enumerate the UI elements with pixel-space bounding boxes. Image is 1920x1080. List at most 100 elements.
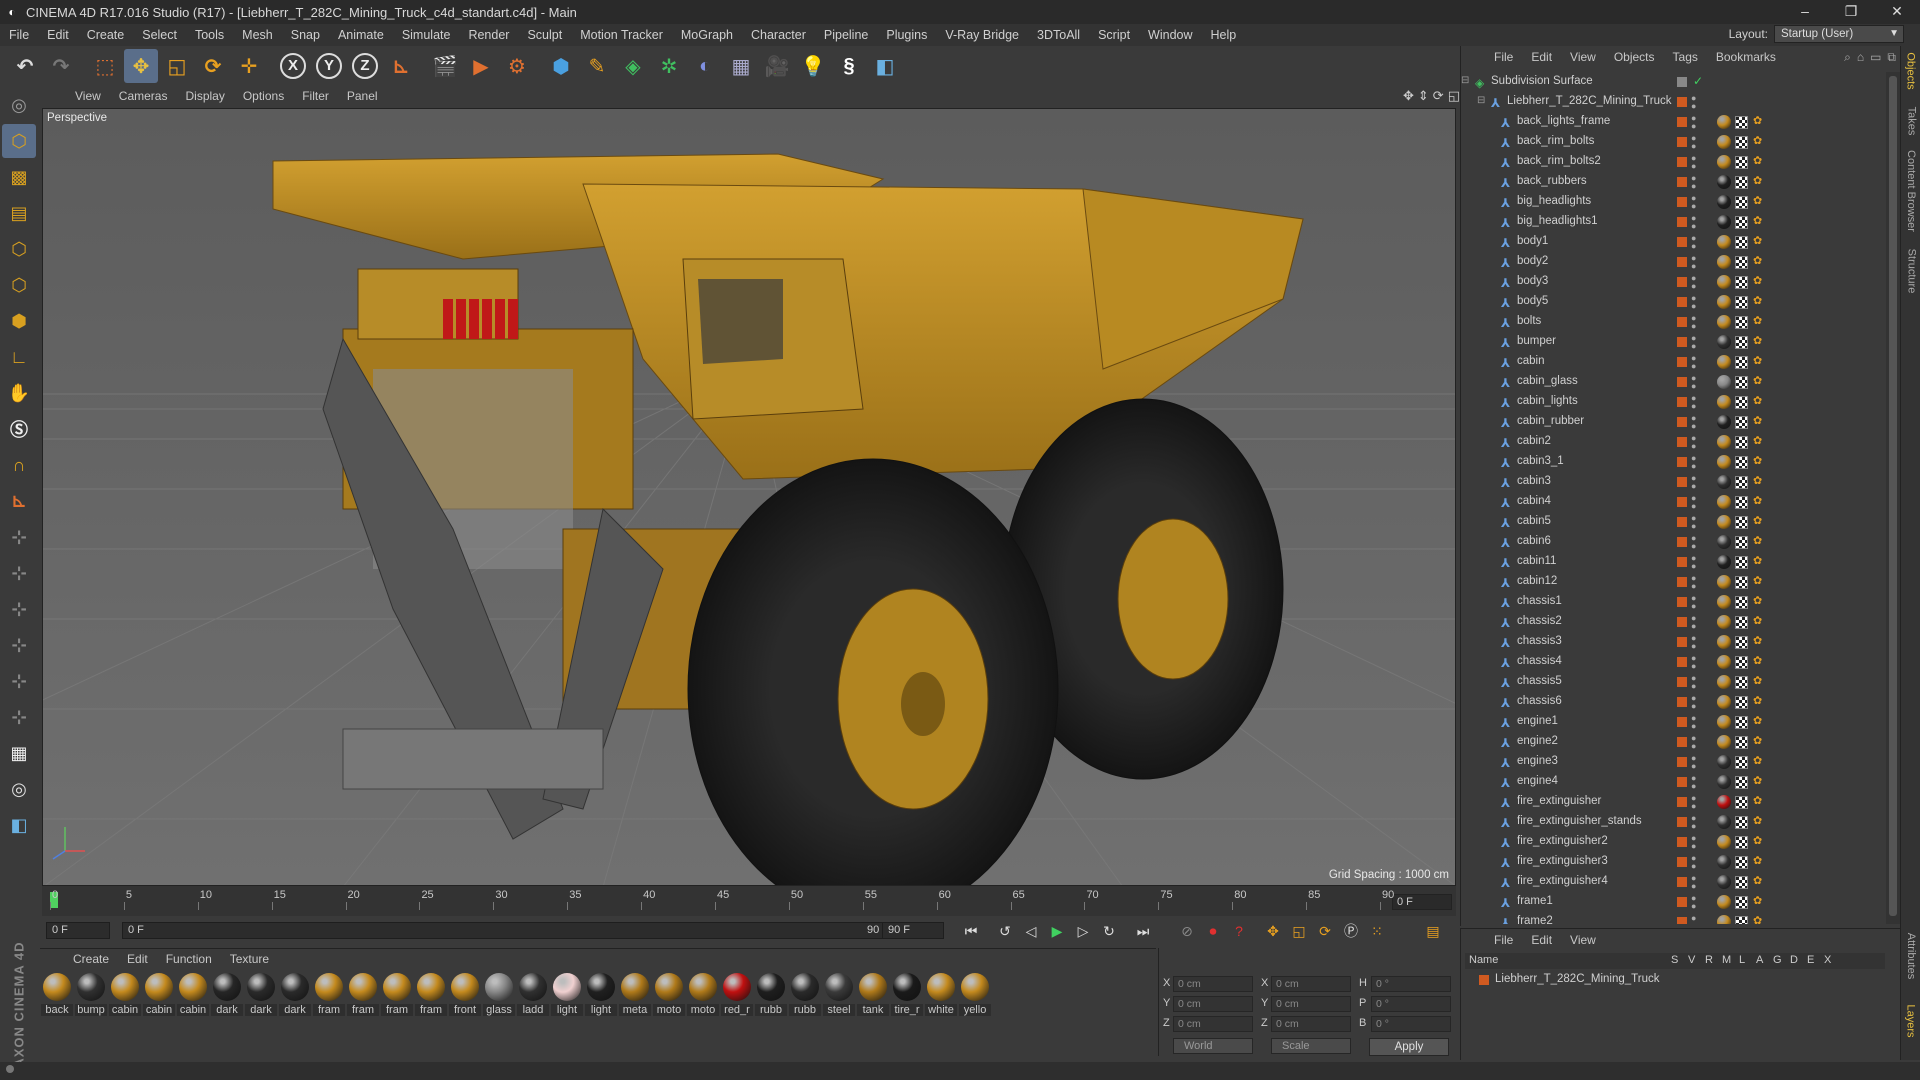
material-swatch[interactable]: moto	[686, 973, 720, 1016]
menu-create[interactable]: Create	[78, 28, 134, 42]
object-row[interactable]: ⅄ bolts ● ● ✿	[1461, 312, 1885, 332]
visibility-dots-icon[interactable]: ●●	[1691, 614, 1696, 631]
visibility-dots-icon[interactable]: ●●	[1691, 474, 1696, 491]
visibility-dots-icon[interactable]: ●●	[1691, 314, 1696, 331]
snap-button[interactable]: ⊾	[2, 484, 36, 518]
layer-color-swatch[interactable]	[1677, 397, 1687, 407]
material-swatch[interactable]: fram	[380, 973, 414, 1016]
material-swatch[interactable]: dark	[244, 973, 278, 1016]
material-tag-icon[interactable]	[1717, 355, 1731, 369]
phong-tag-icon[interactable]: ✿	[1753, 775, 1767, 789]
menu-pipeline[interactable]: Pipeline	[815, 28, 877, 42]
side-tab-takes[interactable]: Takes	[1901, 96, 1920, 146]
layer-color-swatch[interactable]	[1677, 817, 1687, 827]
phong-tag-icon[interactable]: ✿	[1753, 815, 1767, 829]
layer-color-swatch[interactable]	[1677, 237, 1687, 247]
phong-tag-icon[interactable]: ✿	[1753, 695, 1767, 709]
object-menu-view[interactable]: View	[1561, 50, 1605, 64]
menu-motion-tracker[interactable]: Motion Tracker	[571, 28, 672, 42]
visibility-dots-icon[interactable]: ●●	[1691, 354, 1696, 371]
layer-color-swatch[interactable]	[1677, 477, 1687, 487]
phong-tag-icon[interactable]: ✿	[1753, 895, 1767, 909]
expand-icon[interactable]: ⊟	[1461, 75, 1469, 86]
object-row[interactable]: ⅄ back_rubbers ● ● ✿	[1461, 172, 1885, 192]
visibility-dots-icon[interactable]: ●●	[1691, 274, 1696, 291]
cube-object-button[interactable]: ⬢	[544, 49, 578, 83]
material-tag-icon[interactable]	[1717, 495, 1731, 509]
orbit-icon[interactable]: ⟳	[1433, 88, 1444, 104]
object-menu-bookmarks[interactable]: Bookmarks	[1707, 50, 1785, 64]
previous-frame-button[interactable]: ◁	[1020, 920, 1042, 942]
texture-tag-icon[interactable]	[1735, 316, 1748, 329]
phong-tag-icon[interactable]: ✿	[1753, 295, 1767, 309]
material-tag-icon[interactable]	[1717, 755, 1731, 769]
layer-color-swatch[interactable]	[1677, 597, 1687, 607]
texture-tag-icon[interactable]	[1735, 856, 1748, 869]
layout-dropdown[interactable]: Startup (User) ▼	[1774, 25, 1904, 43]
points-mode-button[interactable]: ⬡	[2, 232, 36, 266]
object-menu-file[interactable]: File	[1485, 50, 1522, 64]
menu-simulate[interactable]: Simulate	[393, 28, 460, 42]
layer-row[interactable]: Liebherr_T_282C_Mining_Truck	[1465, 971, 1885, 989]
visibility-dots-icon[interactable]: ●●	[1691, 534, 1696, 551]
phong-tag-icon[interactable]: ✿	[1753, 915, 1767, 924]
layer-column-d[interactable]: D	[1790, 954, 1798, 966]
texture-tag-icon[interactable]	[1735, 276, 1748, 289]
home-icon[interactable]: ⌂	[1857, 50, 1864, 65]
object-row[interactable]: ⅄ frame1 ● ● ✿	[1461, 892, 1885, 912]
next-frame-button[interactable]: ▷	[1072, 920, 1094, 942]
size-z-field[interactable]: 0 cm	[1271, 1016, 1351, 1032]
object-row[interactable]: ⅄ big_headlights1 ● ● ✿	[1461, 212, 1885, 232]
object-row[interactable]: ⅄ body2 ● ● ✿	[1461, 252, 1885, 272]
position-x-field[interactable]: 0 cm	[1173, 976, 1253, 992]
object-row[interactable]: ⅄ fire_extinguisher_stands ● ● ✿	[1461, 812, 1885, 832]
material-swatch[interactable]: dark	[278, 973, 312, 1016]
search-icon[interactable]: ⌕	[1844, 50, 1851, 65]
layer-color-swatch[interactable]	[1677, 857, 1687, 867]
visibility-dots-icon[interactable]: ●●	[1691, 554, 1696, 571]
timeline-window-button[interactable]: ▤	[1422, 920, 1444, 942]
texture-tag-icon[interactable]	[1735, 376, 1748, 389]
rotate-tool-button[interactable]: ⟳	[196, 49, 230, 83]
phong-tag-icon[interactable]: ✿	[1753, 355, 1767, 369]
object-row[interactable]: ⊟ ◈ Subdivision Surface ✓	[1461, 72, 1885, 92]
viewport-menu-panel[interactable]: Panel	[338, 89, 387, 103]
scrollbar-thumb[interactable]	[1889, 76, 1897, 916]
layer-color-swatch[interactable]	[1677, 77, 1687, 87]
motion-button[interactable]: ◎	[2, 772, 36, 806]
material-tag-icon[interactable]	[1717, 215, 1731, 229]
material-tag-icon[interactable]	[1717, 695, 1731, 709]
edges-mode-button[interactable]: ⬡	[2, 268, 36, 302]
material-tag-icon[interactable]	[1717, 655, 1731, 669]
object-row[interactable]: ⅄ cabin3 ● ● ✿	[1461, 472, 1885, 492]
texture-tag-icon[interactable]	[1735, 716, 1748, 729]
phong-tag-icon[interactable]: ✿	[1753, 435, 1767, 449]
material-swatch[interactable]: white	[924, 973, 958, 1016]
planar-workplane-button[interactable]: ⊹	[2, 592, 36, 626]
texture-tag-icon[interactable]	[1735, 676, 1748, 689]
layer-color-swatch[interactable]	[1677, 357, 1687, 367]
visibility-dots-icon[interactable]: ●●	[1691, 234, 1696, 251]
phong-tag-icon[interactable]: ✿	[1753, 415, 1767, 429]
layer-column-s[interactable]: S	[1671, 954, 1678, 966]
texture-tag-icon[interactable]	[1735, 696, 1748, 709]
layer-column-x[interactable]: X	[1824, 954, 1831, 966]
visibility-dots-icon[interactable]: ●●	[1691, 254, 1696, 271]
material-tag-icon[interactable]	[1717, 435, 1731, 449]
material-tag-icon[interactable]	[1717, 415, 1731, 429]
visibility-dots-icon[interactable]: ●●	[1691, 674, 1696, 691]
texture-tag-icon[interactable]	[1735, 816, 1748, 829]
material-swatch[interactable]: dark	[210, 973, 244, 1016]
go-to-end-button[interactable]: ⏭	[1132, 920, 1154, 942]
phong-tag-icon[interactable]: ✿	[1753, 855, 1767, 869]
floor-button[interactable]: ▦	[724, 49, 758, 83]
object-row[interactable]: ⅄ cabin_glass ● ● ✿	[1461, 372, 1885, 392]
layer-color-swatch[interactable]	[1677, 377, 1687, 387]
menu-snap[interactable]: Snap	[282, 28, 329, 42]
camera-button[interactable]: 🎥	[760, 49, 794, 83]
object-row[interactable]: ⅄ frame2 ●● ✿	[1461, 912, 1885, 924]
material-tag-icon[interactable]	[1717, 895, 1731, 909]
phong-tag-icon[interactable]: ✿	[1753, 175, 1767, 189]
texture-tag-icon[interactable]	[1735, 896, 1748, 909]
phong-tag-icon[interactable]: ✿	[1753, 615, 1767, 629]
